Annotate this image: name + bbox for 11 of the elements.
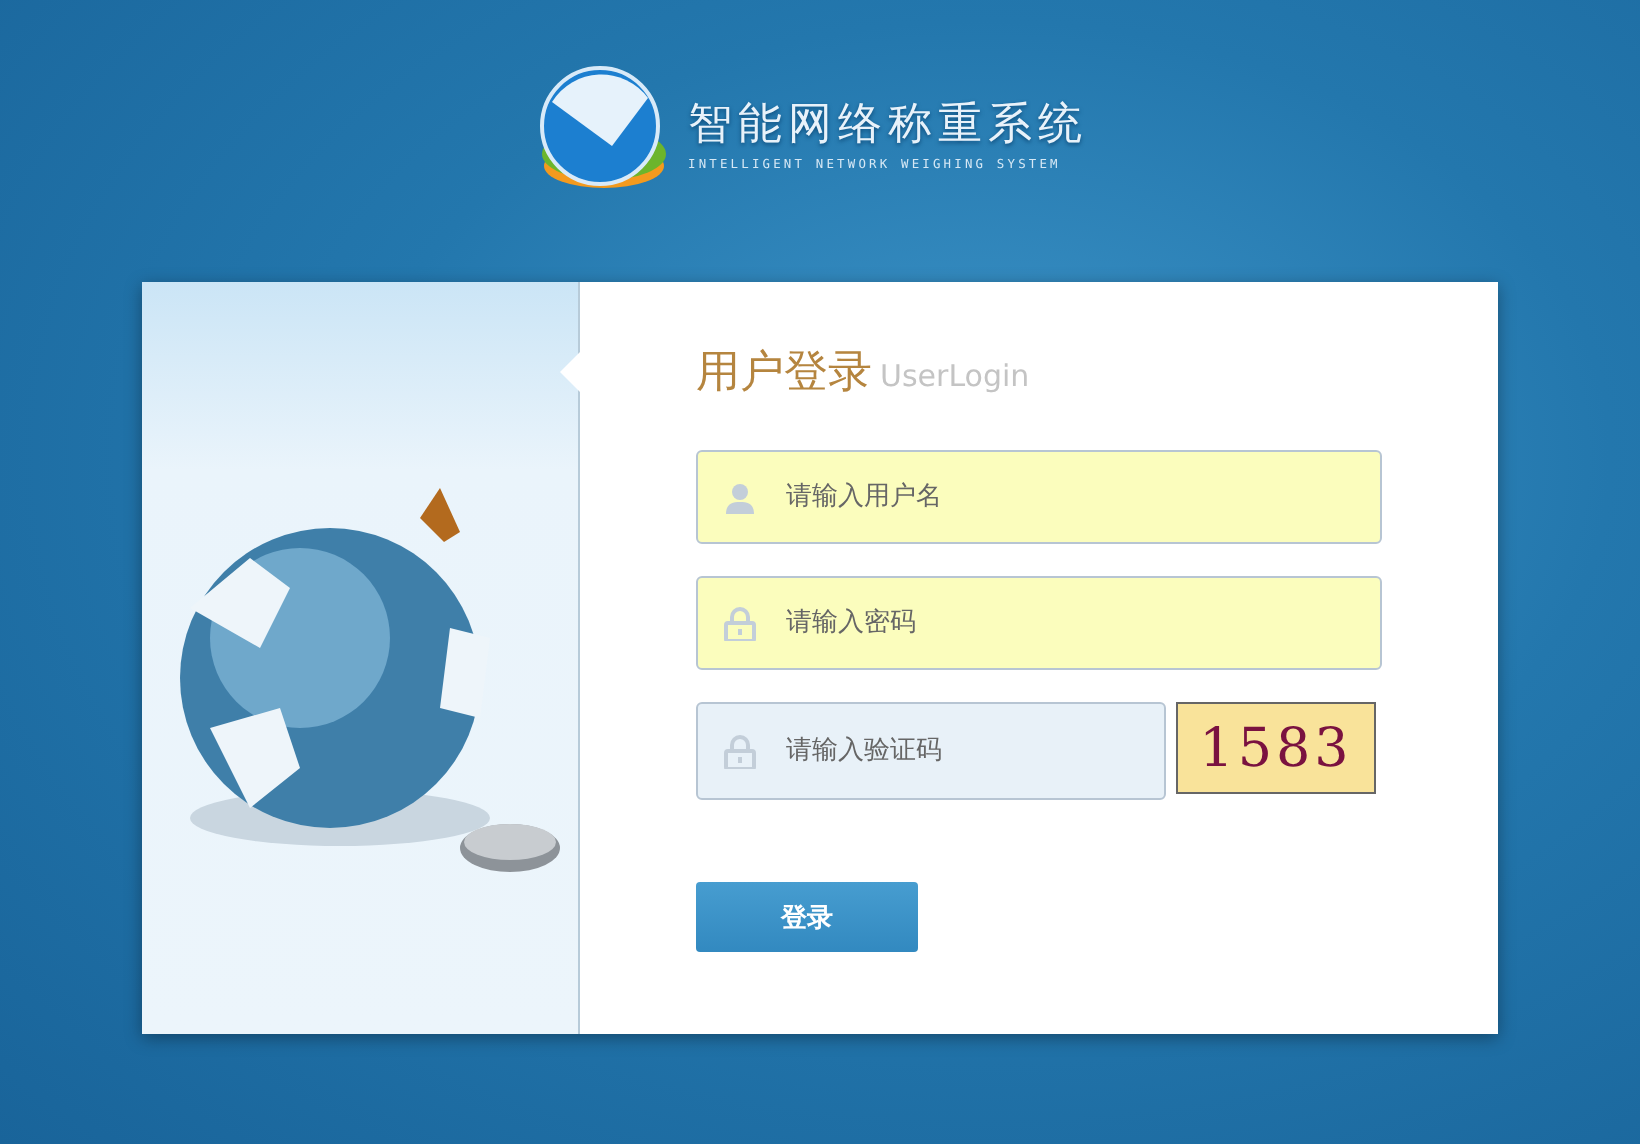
lock-icon: [724, 734, 756, 768]
login-title-english: UserLogin: [880, 358, 1030, 394]
system-title: 智能网络称重系统: [688, 98, 1088, 154]
user-icon: [724, 481, 756, 513]
username-field[interactable]: 请输入用户名: [696, 450, 1382, 544]
captcha-image[interactable]: 1583: [1176, 702, 1376, 794]
password-field[interactable]: 请输入密码: [696, 576, 1382, 670]
login-title: 用户登录: [696, 346, 872, 402]
captcha-field[interactable]: 请输入验证码: [696, 702, 1166, 800]
pointer-notch: [560, 352, 580, 392]
lock-icon: [724, 606, 756, 640]
